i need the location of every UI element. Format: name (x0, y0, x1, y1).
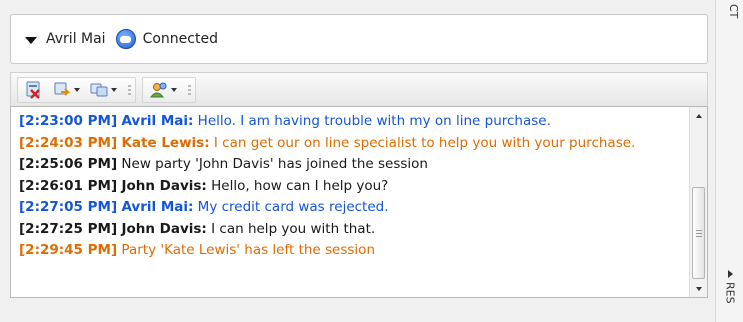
side-bottom-tab[interactable]: RES (716, 262, 743, 322)
message-timestamp: [2:27:05 PM] (19, 199, 118, 215)
message-timestamp: [2:26:01 PM] (19, 177, 118, 194)
transfer-button[interactable] (50, 79, 83, 101)
end-session-icon (26, 81, 40, 99)
side-panel-strip: CT RES (715, 0, 743, 322)
consult-button[interactable] (147, 79, 180, 101)
message-text: I can help you with that. (206, 220, 376, 237)
toolbar-group-consult (142, 76, 196, 103)
message-sender: Avril Mai: (121, 199, 194, 215)
message-text: My credit card was rejected. (193, 199, 389, 215)
side-bottom-label: RES (723, 282, 737, 304)
conference-dropdown-icon[interactable] (111, 87, 117, 92)
transcript-line: [2:23:00 PM] Avril Mai: Hello. I am havi… (19, 111, 679, 133)
scroll-thumb-grip-icon (695, 229, 702, 237)
message-text: Party 'Kate Lewis' has left the session (117, 242, 375, 258)
chat-toolbar (10, 72, 708, 106)
message-timestamp: [2:25:06 PM] (19, 156, 118, 172)
transcript-line: [2:26:01 PM] John Davis: Hello, how can … (19, 176, 679, 198)
message-sender: John Davis: (121, 220, 207, 237)
chat-transcript[interactable]: [2:23:00 PM] Avril Mai: Hello. I am havi… (10, 106, 708, 298)
expand-party-icon[interactable] (25, 36, 37, 44)
message-text: Hello. I am having trouble with my on li… (193, 113, 551, 129)
conference-button[interactable] (87, 79, 120, 101)
transfer-dropdown-icon[interactable] (74, 87, 80, 92)
message-timestamp: [2:23:00 PM] (19, 113, 118, 129)
transfer-icon (54, 82, 71, 96)
toolbar-grip-icon (128, 84, 131, 95)
message-text: I can get our on line specialist to help… (209, 134, 636, 151)
transcript-line: [2:25:06 PM] New party 'John Davis' has … (19, 154, 679, 176)
chat-status-icon (115, 29, 136, 49)
consult-icon (150, 82, 167, 97)
message-timestamp: [2:29:45 PM] (19, 242, 118, 258)
transcript-scrollbar[interactable] (689, 107, 707, 297)
message-timestamp: [2:24:03 PM] (19, 134, 118, 151)
side-top-tab[interactable]: CT (720, 4, 740, 44)
transcript-line: [2:27:05 PM] Avril Mai: My credit card w… (19, 197, 679, 219)
end-session-button[interactable] (22, 79, 46, 101)
transcript-lines: [2:23:00 PM] Avril Mai: Hello. I am havi… (19, 111, 679, 262)
toolbar-grip-icon-2 (188, 84, 191, 95)
chat-interaction-panel: Avril Mai Connected [2:23:00 PM] Avril M… (0, 0, 715, 322)
message-sender: Avril Mai: (121, 113, 194, 129)
message-text: Hello, how can I help you? (206, 177, 389, 194)
party-status: Connected (142, 31, 218, 47)
message-sender: Kate Lewis: (121, 134, 210, 151)
transcript-line: [2:29:45 PM] Party 'Kate Lewis' has left… (19, 240, 679, 262)
party-name[interactable]: Avril Mai (46, 31, 106, 47)
scroll-up-arrow-icon[interactable] (690, 107, 707, 124)
message-timestamp: [2:27:25 PM] (19, 220, 118, 237)
transcript-line: [2:24:03 PM] Kate Lewis: I can get our o… (19, 133, 679, 155)
toolbar-group-actions (17, 76, 136, 103)
side-expand-arrow-icon[interactable] (727, 270, 733, 278)
scroll-thumb[interactable] (692, 187, 705, 279)
message-text: New party 'John Davis' has joined the se… (117, 156, 428, 172)
scroll-down-arrow-icon[interactable] (690, 280, 707, 297)
message-sender: John Davis: (121, 177, 207, 194)
party-bar: Avril Mai Connected (10, 14, 708, 64)
consult-dropdown-icon[interactable] (171, 87, 177, 92)
conference-icon (90, 83, 108, 96)
transcript-line: [2:27:25 PM] John Davis: I can help you … (19, 219, 679, 241)
